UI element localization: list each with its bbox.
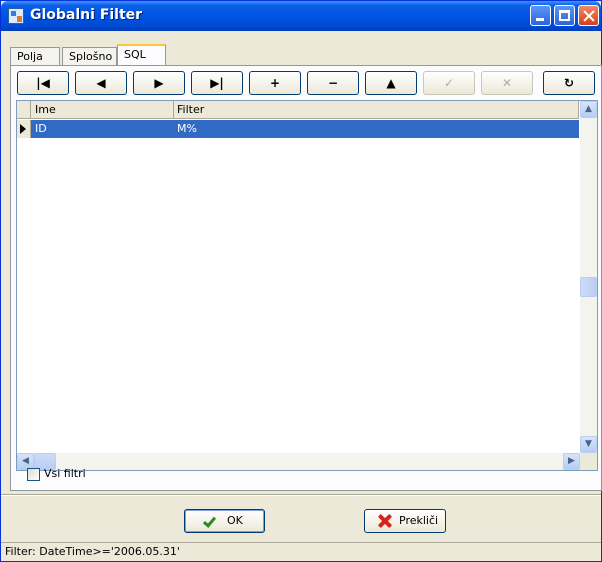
scroll-down-icon[interactable]: ▼: [580, 436, 597, 453]
filter-grid[interactable]: Ime Filter ID M% ▲ ▼ ◀ ▶: [16, 100, 598, 471]
scroll-corner: [580, 453, 597, 470]
ok-button[interactable]: OK: [184, 509, 265, 533]
nav-refresh-button[interactable]: ↻: [543, 71, 595, 95]
tab-splosno[interactable]: Splošno: [62, 47, 117, 67]
checkbox-box[interactable]: [27, 468, 40, 481]
tab-sql[interactable]: SQL: [117, 44, 166, 66]
nav-edit-button[interactable]: ▲: [365, 71, 417, 95]
nav-cancel-button[interactable]: ✕: [481, 71, 533, 95]
vertical-scrollbar[interactable]: ▲ ▼: [580, 101, 597, 453]
horizontal-scrollbar[interactable]: ◀ ▶: [17, 453, 580, 470]
column-header-ime[interactable]: Ime: [32, 101, 174, 118]
scroll-right-icon[interactable]: ▶: [563, 453, 580, 470]
nav-first-button[interactable]: |◀: [17, 71, 69, 95]
check-icon: [202, 514, 217, 528]
tab-polja[interactable]: Polja: [10, 47, 60, 67]
nav-prior-button[interactable]: ◀: [75, 71, 127, 95]
row-indicator-icon: [17, 120, 31, 138]
window-title: Globalni Filter: [30, 7, 143, 23]
cell-filter[interactable]: M%: [174, 120, 579, 138]
vertical-scroll-thumb[interactable]: [580, 277, 597, 297]
scroll-up-icon[interactable]: ▲: [580, 101, 597, 118]
nav-insert-button[interactable]: +: [249, 71, 301, 95]
column-header-filter[interactable]: Filter: [174, 101, 579, 118]
status-text: Filter: DateTime>='2006.05.31': [5, 545, 180, 558]
minimize-button[interactable]: [530, 5, 551, 26]
grid-header: Ime Filter: [17, 101, 579, 119]
status-bar: Filter: DateTime>='2006.05.31': [1, 542, 601, 561]
nav-delete-button[interactable]: −: [307, 71, 359, 95]
ok-label: OK: [227, 514, 243, 527]
dialog-window: Globalni Filter Polja Splošno SQL |◀ ◀ ▶…: [0, 0, 602, 562]
cancel-button[interactable]: Prekliči: [364, 509, 446, 533]
app-icon: [8, 8, 24, 24]
nav-last-button[interactable]: ▶|: [191, 71, 243, 95]
separator: [1, 494, 601, 496]
close-button[interactable]: [578, 5, 599, 26]
tab-panel: |◀ ◀ ▶ ▶| + − ▲ ✓ ✕ ↻ Ime Filter ID M% ▲…: [10, 65, 602, 491]
title-bar[interactable]: Globalni Filter: [1, 1, 601, 31]
cancel-label: Prekliči: [399, 514, 439, 527]
nav-next-button[interactable]: ▶: [133, 71, 185, 95]
cell-ime[interactable]: ID: [32, 120, 174, 138]
table-row[interactable]: ID M%: [17, 120, 579, 138]
maximize-button[interactable]: [554, 5, 575, 26]
checkbox-label[interactable]: Vsi filtri: [44, 467, 86, 480]
nav-post-button[interactable]: ✓: [423, 71, 475, 95]
indicator-header: [17, 101, 31, 118]
minimize-icon: [536, 18, 544, 21]
maximize-icon: [559, 10, 570, 21]
